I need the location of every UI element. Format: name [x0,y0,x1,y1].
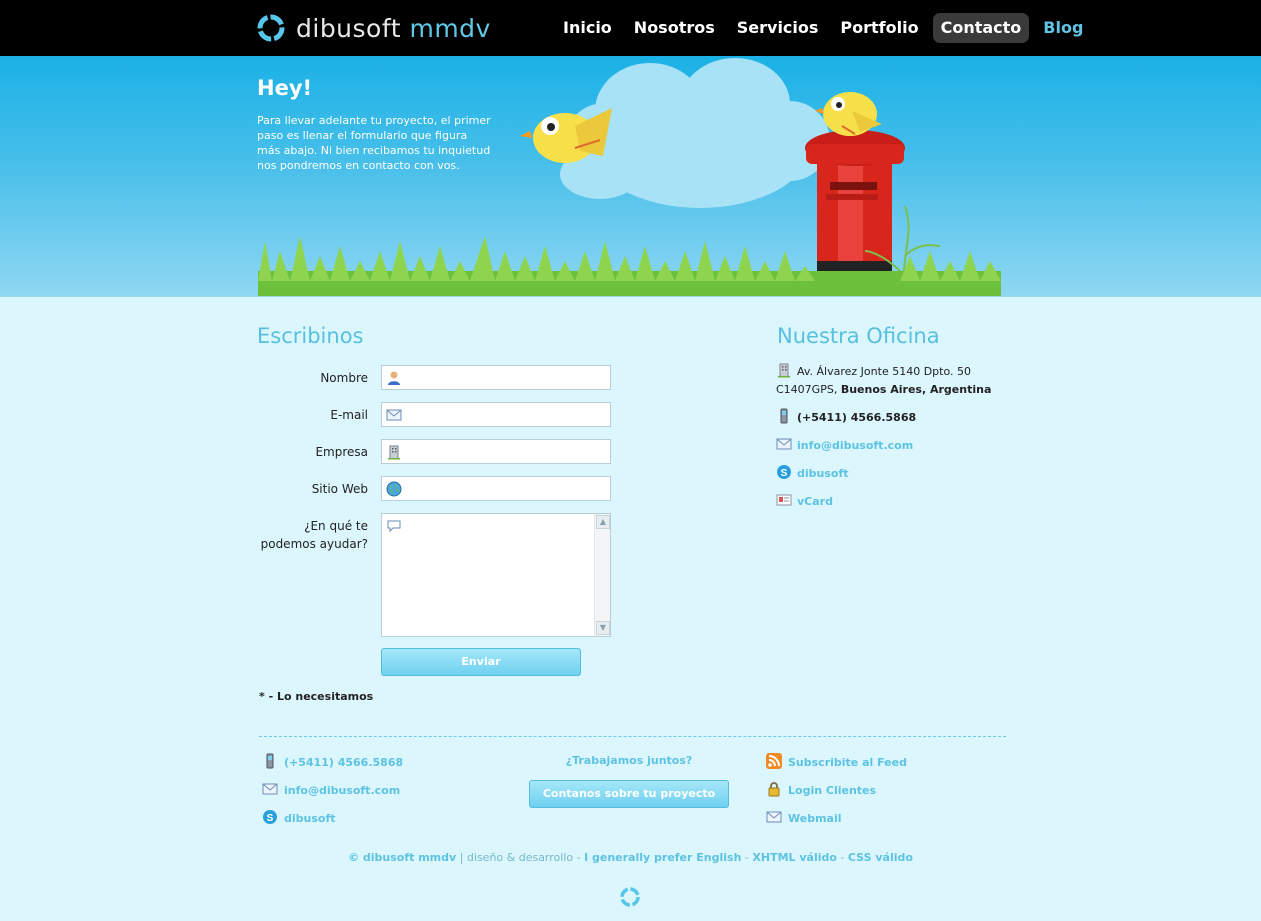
office-phone-text: (+5411) 4566.5868 [797,411,917,424]
email-field[interactable] [381,402,611,427]
footer-feed[interactable]: Subscribite al Feed [766,753,907,771]
site-logo[interactable]: dibusoft mmdv [256,12,491,44]
office-skype[interactable]: S dibusoft [776,464,849,483]
office-phone: (+5411) 4566.5868 [776,408,916,427]
company-label: Empresa [315,445,368,459]
nav-blog[interactable]: Blog [1035,13,1091,43]
svg-text:S: S [267,813,274,824]
building-icon [388,445,400,460]
nav-servicios[interactable]: Servicios [729,13,827,43]
speech-bubble-icon [387,520,401,533]
top-bar: dibusoft mmdv Inicio Nosotros Servicios … [0,0,1261,56]
footer-phone: (+5411) 4566.5868 [262,753,403,771]
copyright-separator-3: - [836,851,848,864]
skype-icon: S [263,810,277,824]
footer-skype-link[interactable]: dibusoft [284,812,336,825]
skype-icon: S [777,465,791,479]
copyright-line: © dibusoft mmdv | diseño & desarrollo - … [0,851,1261,864]
office-vcard[interactable]: vCard [776,492,833,511]
logo-ring-icon [257,14,285,42]
message-label: ¿En qué te podemos ayudar? [256,517,368,553]
envelope-icon [776,438,792,450]
office-email[interactable]: info@dibusoft.com [776,436,913,455]
hero-illustration [258,58,1001,296]
footer-skype[interactable]: S dibusoft [262,809,336,827]
logo-text: dibusoft mmdv [296,14,491,43]
email-label: E-mail [330,408,368,422]
collab-title: ¿Trabajamos juntos? [565,754,693,767]
footer-webmail[interactable]: Webmail [766,809,842,827]
textarea-scrollbar[interactable]: ▲ ▼ [594,514,610,636]
footer-email-link[interactable]: info@dibusoft.com [284,784,400,797]
phone-icon [266,753,274,769]
globe-icon [386,481,402,497]
footer-logo-icon [620,887,640,907]
lock-icon [768,782,780,797]
footer-login[interactable]: Login Clientes [766,781,876,799]
copyright-separator-2: - [741,851,753,864]
address-city: Buenos Aires, Argentina [840,383,992,396]
footer-email[interactable]: info@dibusoft.com [262,781,400,799]
hero-title: Hey! [257,76,313,100]
name-field[interactable] [381,365,611,390]
svg-text:S: S [781,468,788,479]
company-field[interactable] [381,439,611,464]
footer-feed-link[interactable]: Subscribite al Feed [788,756,907,769]
main-nav: Inicio Nosotros Servicios Portfolio Cont… [555,13,1091,43]
hero-banner: Hey! Para llevar adelante tu proyecto, e… [0,56,1261,296]
footer-webmail-link[interactable]: Webmail [788,812,842,825]
building-icon [778,363,790,378]
logo-part2: mmdv [409,13,491,43]
nav-contacto[interactable]: Contacto [932,13,1030,43]
footer-divider [259,736,1006,737]
hero-text: Para llevar adelante tu proyecto, el pri… [257,114,491,172]
website-label: Sitio Web [311,482,368,496]
scroll-down-icon[interactable]: ▼ [596,621,610,635]
office-title: Nuestra Oficina [777,324,940,348]
vcard-icon [776,494,792,506]
css-valid-link[interactable]: CSS válido [848,851,913,864]
office-skype-link[interactable]: dibusoft [797,467,849,480]
copyright-separator-1: | diseño & desarrollo - [456,851,585,864]
project-button[interactable]: Contanos sobre tu proyecto [529,780,729,808]
user-icon [388,371,400,385]
nav-inicio[interactable]: Inicio [555,13,620,43]
address-line1: Av. Álvarez Jonte 5140 Dpto. 50 [797,365,971,378]
message-label-line2: podemos ayudar? [260,537,368,551]
nav-portfolio[interactable]: Portfolio [832,13,926,43]
phone-icon [780,408,788,424]
message-label-line1: ¿En qué te [304,519,368,533]
logo-part1: dibusoft [296,13,402,43]
footer-login-link[interactable]: Login Clientes [788,784,876,797]
required-note: * - Lo necesitamos [259,690,374,703]
scroll-up-icon[interactable]: ▲ [596,515,610,529]
website-field[interactable] [381,476,611,501]
rss-icon [766,753,782,769]
office-address: Av. Álvarez Jonte 5140 Dpto. 50 C1407GPS… [776,362,991,399]
english-link[interactable]: I generally prefer English [584,851,741,864]
footer-phone-text: (+5411) 4566.5868 [284,756,404,769]
mailbox-icon [805,130,905,291]
copyright-brand-link[interactable]: © dibusoft mmdv [348,851,456,864]
nav-nosotros[interactable]: Nosotros [626,13,723,43]
envelope-icon [262,783,278,795]
address-line2: C1407GPS, [776,383,838,396]
envelope-icon [766,811,782,823]
send-button[interactable]: Enviar [381,648,581,676]
hero-divider [0,296,1261,297]
envelope-icon [386,409,402,421]
xhtml-valid-link[interactable]: XHTML válido [752,851,837,864]
message-textarea[interactable]: ▲ ▼ [381,513,611,637]
office-email-link[interactable]: info@dibusoft.com [797,439,913,452]
bird-left-icon [520,108,612,163]
name-label: Nombre [320,371,368,385]
form-title: Escribinos [257,324,364,348]
office-vcard-link[interactable]: vCard [797,495,833,508]
